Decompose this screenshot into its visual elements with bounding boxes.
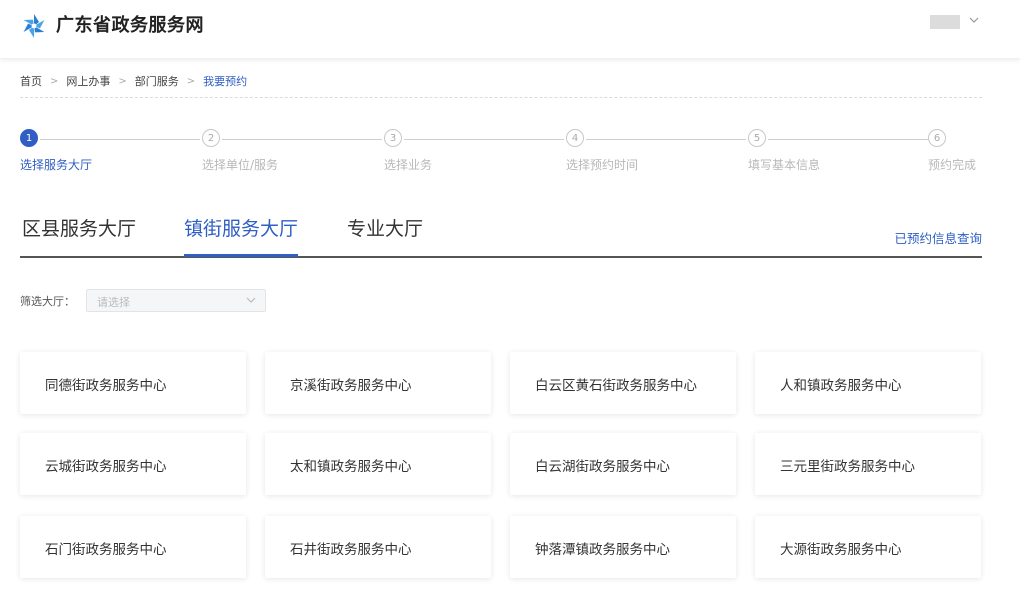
avatar[interactable]: [930, 15, 960, 29]
step-connector: [768, 139, 928, 140]
hall-card[interactable]: 京溪街政务服务中心: [265, 352, 491, 414]
appointment-query-link[interactable]: 已预约信息查询: [894, 228, 982, 247]
tab-specialized-halls[interactable]: 专业大厅: [347, 216, 423, 254]
step-number: 6: [928, 129, 946, 147]
hall-card[interactable]: 太和镇政务服务中心: [265, 433, 491, 495]
hall-name: 大源街政务服务中心: [780, 542, 902, 558]
hall-name: 同德街政务服务中心: [45, 378, 167, 394]
step-label: 选择预约时间: [566, 158, 639, 172]
step-connector: [404, 139, 564, 140]
hall-name: 京溪街政务服务中心: [290, 378, 412, 394]
hall-card[interactable]: 石门街政务服务中心: [20, 516, 246, 578]
hall-name: 太和镇政务服务中心: [290, 459, 412, 475]
step-number: 2: [202, 129, 220, 147]
step-number: 5: [748, 129, 766, 147]
hall-card[interactable]: 云城街政务服务中心: [20, 433, 246, 495]
hall-type-tabs: 区县服务大厅 镇街服务大厅 专业大厅 已预约信息查询: [20, 210, 982, 258]
breadcrumb-separator-icon: >: [118, 76, 127, 87]
step-number: 1: [20, 129, 38, 147]
hall-name: 白云区黄石街政务服务中心: [535, 378, 697, 394]
breadcrumb-online-services[interactable]: 网上办事: [66, 75, 110, 88]
hall-name: 三元里街政务服务中心: [780, 459, 915, 475]
hall-card[interactable]: 同德街政务服务中心: [20, 352, 246, 414]
breadcrumb-current: 我要预约: [203, 75, 248, 88]
hall-card[interactable]: 石井街政务服务中心: [265, 516, 491, 578]
step-label: 填写基本信息: [748, 158, 821, 172]
hall-name: 石门街政务服务中心: [45, 542, 167, 558]
step-connector: [586, 139, 746, 140]
site-title[interactable]: 广东省政务服务网: [56, 14, 204, 38]
hall-grid: 同德街政务服务中心 京溪街政务服务中心 白云区黄石街政务服务中心 人和镇政务服务…: [20, 352, 982, 597]
hall-filter-select[interactable]: 请选择: [86, 289, 266, 312]
filter-placeholder: 请选择: [97, 296, 130, 309]
hall-card[interactable]: 白云区黄石街政务服务中心: [510, 352, 736, 414]
chevron-down-icon[interactable]: [968, 14, 980, 26]
hall-card[interactable]: 大源街政务服务中心: [755, 516, 981, 578]
breadcrumb-separator-icon: >: [50, 76, 59, 87]
progress-steps: 1 选择服务大厅 2 选择单位/服务 3 选择业务 4 选择预约时间 5 填写基…: [20, 128, 982, 178]
top-header: 广东省政务服务网: [0, 0, 1020, 59]
breadcrumb-department-services[interactable]: 部门服务: [135, 75, 179, 88]
step-label: 选择服务大厅: [20, 158, 93, 172]
hall-name: 人和镇政务服务中心: [780, 378, 902, 394]
hall-card[interactable]: 人和镇政务服务中心: [755, 352, 981, 414]
breadcrumb: 首页 > 网上办事 > 部门服务 > 我要预约: [20, 73, 982, 98]
user-menu[interactable]: [928, 14, 988, 32]
step-label: 选择单位/服务: [202, 158, 279, 172]
step-label: 预约完成: [928, 158, 977, 172]
step-number: 4: [566, 129, 584, 147]
pinwheel-logo-icon[interactable]: [20, 12, 48, 40]
hall-card[interactable]: 三元里街政务服务中心: [755, 433, 981, 495]
tab-town-street-halls[interactable]: 镇街服务大厅: [184, 216, 299, 257]
breadcrumb-separator-icon: >: [186, 76, 196, 87]
step-number: 3: [384, 129, 402, 147]
hall-name: 钟落潭镇政务服务中心: [535, 542, 670, 558]
filter-label: 筛选大厅：: [20, 295, 75, 308]
breadcrumb-home[interactable]: 首页: [20, 75, 42, 88]
step-connector: [40, 139, 200, 140]
hall-name: 石井街政务服务中心: [290, 542, 412, 558]
hall-name: 白云湖街政务服务中心: [535, 459, 670, 475]
tab-district-halls[interactable]: 区县服务大厅: [22, 216, 136, 254]
hall-card[interactable]: 钟落潭镇政务服务中心: [510, 516, 736, 578]
chevron-down-icon: [246, 297, 256, 303]
step-label: 选择业务: [384, 158, 433, 172]
step-connector: [222, 139, 382, 140]
hall-name: 云城街政务服务中心: [45, 459, 167, 475]
hall-card[interactable]: 白云湖街政务服务中心: [510, 433, 736, 495]
